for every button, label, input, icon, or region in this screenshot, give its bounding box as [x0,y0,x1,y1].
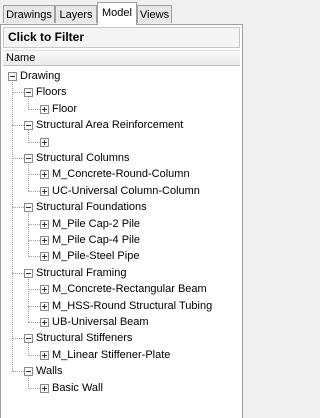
tree-collapse-toggle[interactable] [24,154,33,163]
tree-node-structural-columns[interactable]: Structural Columns [36,151,130,165]
tree-node-structural-foundations[interactable]: Structural Foundations [36,200,147,214]
tree-expand-toggle[interactable] [40,220,49,229]
tree-collapse-toggle[interactable] [24,88,33,97]
tree-connector [12,76,13,371]
tree-node-walls[interactable]: Walls [36,364,62,378]
tree-expand-toggle[interactable] [40,285,49,294]
tree-collapse-toggle[interactable] [24,269,33,278]
tree-node-floor[interactable]: Floor [52,102,77,116]
model-tree: Drawing Floors Floor Structural Area Reinfo… [0,0,243,418]
tree-expand-toggle[interactable] [40,187,49,196]
tree-collapse-toggle[interactable] [24,367,33,376]
tree-node-floors[interactable]: Floors [36,85,67,99]
tree-node-uc-universal-column-column[interactable]: UC-Universal Column-Column [52,184,200,198]
tree-node-m-concrete-rectangular-beam[interactable]: M_Concrete-Rectangular Beam [52,282,207,296]
tree-node-structural-area-reinforcement[interactable]: Structural Area Reinforcement [36,118,183,132]
tree-expand-toggle[interactable] [40,105,49,114]
tree-expand-toggle[interactable] [40,318,49,327]
tree-node-m-pile-cap-2-pile[interactable]: M_Pile Cap-2 Pile [52,217,140,231]
tree-collapse-toggle[interactable] [8,72,17,81]
tree-node-m-hss-round-structural-tubing[interactable]: M_HSS-Round Structural Tubing [52,299,212,313]
tree-expand-toggle[interactable] [40,302,49,311]
tree-node-structural-framing[interactable]: Structural Framing [36,266,126,280]
tree-node-basic-wall[interactable]: Basic Wall [52,381,103,395]
tree-expand-toggle[interactable] [40,236,49,245]
tree-connector [28,207,29,256]
tree-expand-toggle[interactable] [40,384,49,393]
tree-expand-toggle[interactable] [40,351,49,360]
tree-node-m-pile-steel-pipe[interactable]: M_Pile-Steel Pipe [52,249,139,263]
tab-model[interactable]: Model [97,2,137,25]
tree-connector [28,273,29,322]
tree-node-m-pile-cap-4-pile[interactable]: M_Pile Cap-4 Pile [52,233,140,247]
tree-collapse-toggle[interactable] [24,334,33,343]
tree-node-structural-stiffeners[interactable]: Structural Stiffeners [36,331,132,345]
tree-node-m-concrete-round-column[interactable]: M_Concrete-Round-Column [52,167,190,181]
tree-expand-toggle[interactable] [40,252,49,261]
tree-node-m-linear-stiffener-plate[interactable]: M_Linear Stiffener-Plate [52,348,170,362]
tree-collapse-toggle[interactable] [24,121,33,130]
tree-node-ub-universal-beam[interactable]: UB-Universal Beam [52,315,149,329]
tree-collapse-toggle[interactable] [24,203,33,212]
tree-expand-toggle[interactable] [40,138,49,147]
tree-node-drawing[interactable]: Drawing [20,69,60,83]
tree-expand-toggle[interactable] [40,170,49,179]
